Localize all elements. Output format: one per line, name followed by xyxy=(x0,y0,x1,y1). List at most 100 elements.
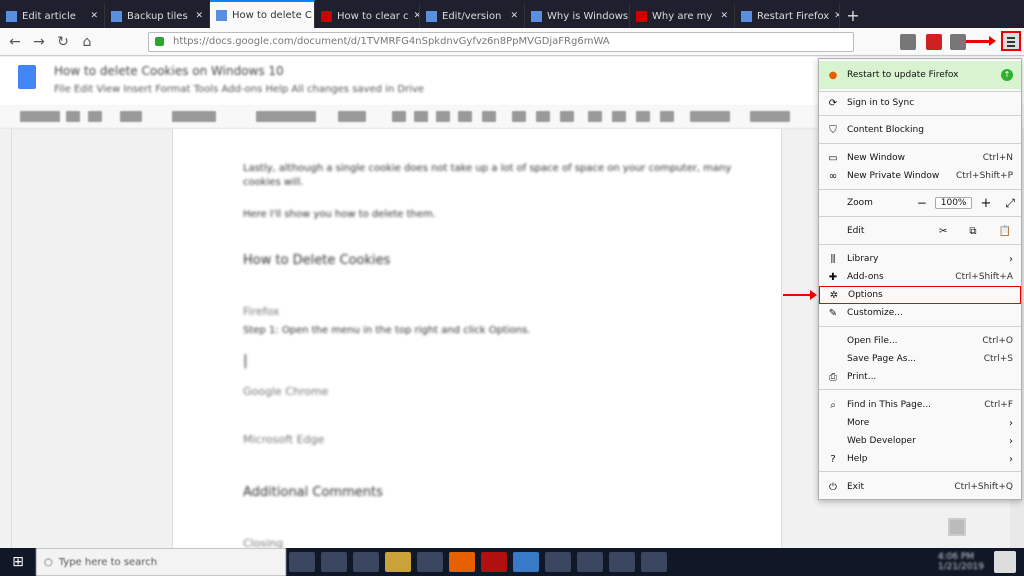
text-cursor: | xyxy=(243,353,248,369)
menu-item-save-page[interactable]: Save Page As... Ctrl+S xyxy=(819,350,1021,368)
zoom-out-button[interactable]: − xyxy=(917,196,927,210)
gear-icon: ✲ xyxy=(829,289,839,301)
doc-subheading: Firefox xyxy=(243,305,280,318)
browser-tab-active[interactable]: How to delete C✕ xyxy=(210,0,315,28)
browser-tab[interactable]: Backup tiles ✕ xyxy=(105,4,210,28)
menu-item-find-in-page[interactable]: ⌕ Find in This Page... Ctrl+F xyxy=(819,396,1021,414)
menu-item-library[interactable]: ⫼ Library › xyxy=(819,250,1021,268)
menu-item-help[interactable]: ? Help › xyxy=(819,450,1021,468)
menu-item-sign-in-sync[interactable]: ⟳ Sign in to Sync xyxy=(819,94,1021,112)
cortana-icon: ○ xyxy=(44,556,53,568)
explore-button[interactable] xyxy=(948,518,966,536)
menu-item-print[interactable]: ⎙ Print... xyxy=(819,368,1021,386)
library-toolbar-icon[interactable] xyxy=(900,34,916,50)
windows-start-icon[interactable]: ⊞ xyxy=(0,548,36,576)
menu-item-new-window[interactable]: ▭ New Window Ctrl+N xyxy=(819,149,1021,167)
chevron-right-icon: › xyxy=(1009,453,1013,465)
copy-icon[interactable]: ⧉ xyxy=(969,226,976,237)
chevron-right-icon: › xyxy=(1009,417,1013,429)
tab-strip: Edit article ✕ Backup tiles ✕ How to delet… xyxy=(0,0,1024,28)
puzzle-icon: ✚ xyxy=(828,271,838,283)
file-explorer-icon[interactable] xyxy=(385,552,411,572)
favicon-icon xyxy=(531,10,542,22)
browser-tab[interactable]: How to clear c✕ xyxy=(315,4,420,28)
favicon-icon xyxy=(216,9,227,21)
taskbar-app-icon[interactable] xyxy=(289,552,315,572)
taskbar-app-icon[interactable] xyxy=(577,552,603,572)
doc-heading: How to Delete Cookies xyxy=(243,253,391,268)
menu-item-exit[interactable]: ⏻ Exit Ctrl+Shift+Q xyxy=(819,478,1021,496)
firefox-taskbar-icon[interactable] xyxy=(449,552,475,572)
menu-item-restart-update[interactable]: ● Restart to update Firefox ↑ xyxy=(819,61,1021,89)
taskbar-app-icon[interactable] xyxy=(513,552,539,572)
back-icon[interactable]: ← xyxy=(6,33,24,51)
zoom-in-button[interactable]: + xyxy=(980,196,991,211)
window-icon: ▭ xyxy=(828,152,838,164)
taskbar-app-icon[interactable] xyxy=(417,552,443,572)
vertical-ruler xyxy=(0,129,12,549)
taskbar-search-input[interactable]: ○ Type here to search xyxy=(36,548,286,576)
power-icon: ⏻ xyxy=(829,481,837,493)
hamburger-menu-icon[interactable] xyxy=(1001,31,1021,51)
shield-icon: ⛉ xyxy=(829,124,837,136)
browser-tab[interactable]: Why are my ✕ xyxy=(630,4,735,28)
cut-icon[interactable]: ✂ xyxy=(939,226,947,237)
menu-item-addons[interactable]: ✚ Add-ons Ctrl+Shift+A xyxy=(819,268,1021,286)
menu-item-web-developer[interactable]: Web Developer › xyxy=(819,432,1021,450)
taskbar-app-icon[interactable] xyxy=(609,552,635,572)
taskbar-app-icon[interactable] xyxy=(641,552,667,572)
menu-item-customize[interactable]: ✎ Customize... xyxy=(819,304,1021,322)
firefox-logo-icon: ● xyxy=(828,69,838,81)
notification-center-icon[interactable] xyxy=(994,551,1016,573)
url-bar[interactable]: https://docs.google.com/document/d/1TVMR… xyxy=(148,32,854,52)
doc-heading: Additional Comments xyxy=(243,485,383,500)
close-icon[interactable]: ✕ xyxy=(510,11,518,21)
browser-tab[interactable]: Why is Windows✕ xyxy=(525,4,630,28)
browser-tab[interactable]: Restart Firefox✕ xyxy=(735,4,840,28)
close-icon[interactable]: ✕ xyxy=(195,11,203,21)
browser-tab[interactable]: Edit/version ✕ xyxy=(420,4,525,28)
doc-paragraph: cookies will. xyxy=(243,177,304,188)
favicon-icon xyxy=(6,10,17,22)
close-icon[interactable]: ✕ xyxy=(90,11,98,21)
sync-icon: ⟳ xyxy=(828,97,838,109)
docs-menubar[interactable]: File Edit View Insert Format Tools Add-o… xyxy=(54,84,424,95)
sidebar-icon[interactable] xyxy=(950,34,966,50)
doc-paragraph: Lastly, although a single cookie does no… xyxy=(243,163,732,174)
taskbar-app-icon[interactable] xyxy=(481,552,507,572)
red-arrow-annotation xyxy=(783,290,817,300)
menu-item-content-blocking[interactable]: ⛉ Content Blocking xyxy=(819,121,1021,139)
help-icon: ? xyxy=(830,453,836,465)
private-mask-icon: ∞ xyxy=(828,170,838,182)
menu-item-open-file[interactable]: Open File... Ctrl+O xyxy=(819,332,1021,350)
home-icon[interactable]: ⌂ xyxy=(78,33,96,51)
forward-icon[interactable]: → xyxy=(30,33,48,51)
doc-subheading: Microsoft Edge xyxy=(243,433,325,446)
zoom-reset-button[interactable]: 100% xyxy=(934,197,973,209)
lock-icon xyxy=(155,37,164,46)
menu-item-edit: Edit ✂ ⧉ 📋 xyxy=(847,225,1011,237)
close-icon[interactable]: ✕ xyxy=(720,11,728,21)
favicon-icon xyxy=(321,10,332,22)
chevron-right-icon: › xyxy=(1009,435,1013,447)
menu-item-zoom: Zoom − 100% + ⤢ xyxy=(847,195,1015,211)
document-title[interactable]: How to delete Cookies on Windows 10 xyxy=(54,64,284,78)
document-page[interactable]: Lastly, although a single cookie does no… xyxy=(172,129,782,550)
taskbar-app-icon[interactable] xyxy=(321,552,347,572)
docs-logo-icon[interactable] xyxy=(18,65,36,89)
menu-item-options[interactable]: ✲ Options xyxy=(819,286,1021,304)
menu-item-new-private-window[interactable]: ∞ New Private Window Ctrl+Shift+P xyxy=(819,167,1021,185)
extension-icon[interactable] xyxy=(926,34,942,50)
firefox-app-menu: ● Restart to update Firefox ↑ ⟳ Sign in t… xyxy=(818,58,1022,500)
doc-paragraph: Here I'll show you how to delete them. xyxy=(243,209,436,220)
fullscreen-icon[interactable]: ⤢ xyxy=(1005,196,1015,211)
browser-tab[interactable]: Edit article ✕ xyxy=(0,4,105,28)
paste-icon[interactable]: 📋 xyxy=(999,226,1011,237)
new-tab-button[interactable]: + xyxy=(840,4,866,28)
taskbar-app-icon[interactable] xyxy=(353,552,379,572)
windows-taskbar: ⊞ ○ Type here to search 4:06 PM 1/21/201… xyxy=(0,548,1024,576)
library-icon: ⫼ xyxy=(830,253,836,265)
taskbar-app-icon[interactable] xyxy=(545,552,571,572)
menu-item-more[interactable]: More › xyxy=(819,414,1021,432)
reload-icon[interactable]: ↻ xyxy=(54,33,72,51)
